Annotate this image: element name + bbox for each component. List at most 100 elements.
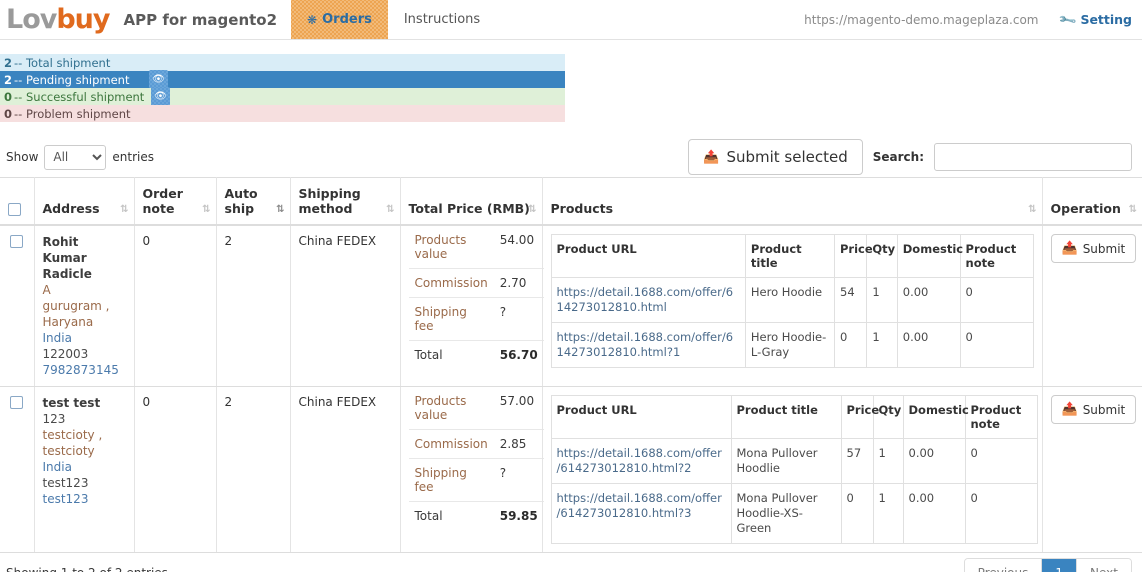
status-total-shipment[interactable]: 2 -- Total shipment — [0, 54, 565, 71]
product-url[interactable]: https://detail.1688.com/offer/6142730128… — [550, 277, 746, 323]
setting-link[interactable]: 🔧 Setting — [1057, 9, 1132, 30]
col-header-shipping-method[interactable]: Shipping method ⇅ — [290, 177, 401, 226]
entries-length-select[interactable]: All — [44, 144, 107, 170]
prod-col-note: Product note — [959, 234, 1034, 278]
header-select-all[interactable] — [0, 177, 35, 226]
price-row-products-value: Products value 57.00 — [408, 387, 544, 430]
product-price: 57 — [840, 438, 874, 484]
wrench-icon: 🔧 — [1057, 9, 1079, 30]
sort-icon-operation[interactable]: ⇅ — [1129, 205, 1137, 215]
asterisk-icon: ❋ — [307, 12, 318, 27]
address-name: Rohit Kumar Radicle — [42, 235, 92, 281]
row-checkbox[interactable] — [10, 235, 24, 248]
show-label: Show — [6, 150, 39, 164]
sort-icon-order-note[interactable]: ⇅ — [202, 205, 210, 215]
products-table-body: https://detail.1688.com/offer/6142730128… — [550, 277, 1034, 368]
submit-selected-button[interactable]: 📤 Submit selected — [688, 139, 863, 175]
tab-instructions[interactable]: Instructions — [388, 0, 496, 39]
product-title: Hero Hoodie-L-Gray — [744, 322, 836, 368]
row-select-cell[interactable] — [0, 386, 35, 553]
pagination-page-1[interactable]: 1 — [1042, 559, 1078, 572]
product-qty: 1 — [872, 483, 904, 544]
cell-shipping-method: China FEDEX — [290, 225, 401, 387]
price-label-commission: Commission — [408, 268, 494, 298]
price-value-total: 56.70 — [499, 348, 538, 362]
tab-orders[interactable]: ❋ Orders — [291, 0, 388, 39]
product-qty: 1 — [866, 277, 898, 323]
product-price: 54 — [833, 277, 868, 323]
orders-table-head: Address ⇅ Order note ⇅ Auto ship ⇅ Shipp… — [0, 177, 1142, 226]
price-label-products-value: Products value — [408, 226, 494, 269]
submit-selected-label: Submit selected — [726, 148, 848, 166]
entries-info: Showing 1 to 2 of 2 entries — [6, 566, 168, 572]
eye-icon-success[interactable]: 👁 — [151, 87, 170, 106]
product-note: 0 — [959, 322, 1034, 368]
sort-icon-products[interactable]: ⇅ — [1028, 205, 1036, 215]
status-success-count: 0 — [4, 89, 13, 104]
lovbuy-logo[interactable]: Lov buy — [0, 0, 111, 39]
pagination-next[interactable]: Next — [1077, 559, 1131, 572]
price-row-total: Total 59.85 — [409, 502, 544, 531]
status-successful-shipment[interactable]: 0 -- Successful shipment 👁 — [0, 87, 565, 106]
status-success-label: -- Successful shipment — [14, 89, 145, 104]
product-url[interactable]: https://detail.1688.com/offer/6142730128… — [550, 483, 732, 544]
sort-icon-total-price[interactable]: ⇅ — [528, 205, 536, 215]
product-title: Hero Hoodie — [744, 277, 836, 323]
table-footer: Showing 1 to 2 of 2 entries Previous 1 N… — [0, 553, 1142, 572]
cell-auto-ship: 2 — [216, 225, 291, 387]
product-qty: 1 — [872, 438, 904, 484]
product-url[interactable]: https://detail.1688.com/offer/6142730128… — [550, 322, 746, 368]
price-value-shipping-fee: ? — [493, 297, 544, 341]
select-all-checkbox[interactable] — [8, 203, 21, 216]
sort-icon-shipping-method[interactable]: ⇅ — [386, 205, 394, 215]
col-header-auto-ship[interactable]: Auto ship ⇅ — [216, 177, 291, 226]
sort-icon-auto-ship[interactable]: ⇅ — [276, 205, 284, 215]
row-submit-button[interactable]: 📤 Submit — [1050, 234, 1137, 263]
col-header-operation-label: Operation — [1050, 201, 1121, 216]
price-value-products-value: 57.00 — [493, 387, 544, 430]
address-postcode: test123 — [42, 476, 89, 490]
cell-operation: 📤 Submit — [1042, 225, 1142, 387]
address-line-2: testcioty , testcioty — [42, 428, 103, 458]
address-line-1: A — [42, 283, 51, 297]
price-label-products-value: Products value — [408, 387, 494, 430]
search-label: Search: — [872, 150, 924, 164]
product-note: 0 — [964, 483, 1038, 544]
cell-address: test test 123 testcioty , testcioty Indi… — [34, 386, 135, 553]
sort-icon-address[interactable]: ⇅ — [120, 205, 128, 215]
status-pending-shipment[interactable]: 2 -- Pending shipment 👁 — [0, 70, 565, 89]
products-table: Product URL Product title Price Qty Dome… — [550, 234, 1034, 368]
product-row: https://detail.1688.com/offer/6142730128… — [550, 277, 1034, 323]
address-name: test test — [42, 396, 101, 410]
price-value-commission: 2.85 — [493, 429, 544, 459]
col-header-address[interactable]: Address ⇅ — [34, 177, 135, 226]
price-value-commission: 2.70 — [493, 268, 544, 298]
prod-col-domestic: Domestic — [896, 234, 963, 278]
col-header-operation[interactable]: Operation ⇅ — [1042, 177, 1142, 226]
col-header-products[interactable]: Products ⇅ — [542, 177, 1043, 226]
col-header-order-note-label: Order note — [142, 186, 183, 216]
length-control: Show All entries — [0, 144, 154, 170]
address-country: India — [42, 331, 72, 345]
pagination-previous[interactable]: Previous — [964, 559, 1043, 572]
row-checkbox[interactable] — [10, 396, 24, 409]
row-select-cell[interactable] — [0, 225, 35, 387]
col-header-order-note[interactable]: Order note ⇅ — [134, 177, 217, 226]
row-submit-button[interactable]: 📤 Submit — [1050, 395, 1137, 424]
col-header-address-label: Address — [42, 201, 100, 216]
cell-operation: 📤 Submit — [1042, 386, 1142, 553]
header-right-group: https://magento-demo.mageplaza.com 🔧 Set… — [804, 0, 1142, 39]
app-title: APP for magento2 — [123, 10, 278, 29]
col-header-total-price[interactable]: Total Price (RMB) ⇅ — [400, 177, 543, 226]
prod-col-url: Product URL — [550, 234, 746, 278]
col-header-auto-ship-label: Auto ship — [224, 186, 258, 216]
status-problem-shipment[interactable]: 0 -- Problem shipment — [0, 105, 565, 122]
upload-icon: 📤 — [703, 149, 720, 165]
address-line-1: 123 — [42, 412, 66, 426]
status-pending-count: 2 — [4, 72, 13, 87]
pagination: Previous 1 Next — [963, 558, 1132, 572]
price-breakdown-table: Products value 57.00 Commission 2.85 Shi… — [408, 387, 544, 531]
search-input[interactable] — [934, 143, 1132, 171]
tab-orders-label: Orders — [322, 12, 372, 27]
product-url[interactable]: https://detail.1688.com/offer/6142730128… — [550, 438, 732, 484]
